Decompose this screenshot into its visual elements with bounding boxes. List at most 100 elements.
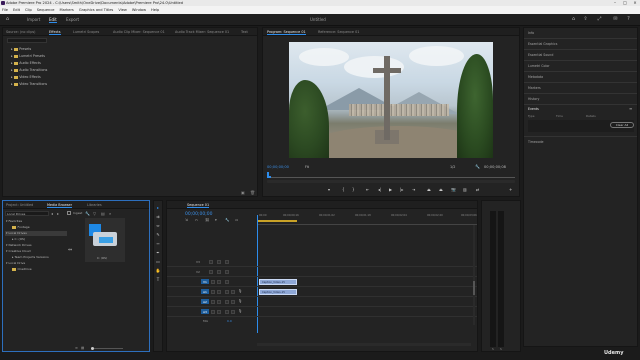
notifications-icon[interactable]: ✉ <box>612 16 619 23</box>
solo-right[interactable]: S <box>500 347 502 351</box>
home-icon[interactable]: ⌂ <box>4 16 11 23</box>
add-marker-icon[interactable]: ▾ <box>328 187 330 192</box>
clear-all-button[interactable]: Clear All <box>610 122 634 128</box>
lock-track-icon[interactable] <box>211 300 215 304</box>
program-video-frame[interactable] <box>289 42 493 158</box>
mark-out-icon[interactable]: } <box>352 187 355 192</box>
program-current-time[interactable]: 00;00;00;00 <box>267 165 289 169</box>
extract-icon[interactable]: ⏏ <box>439 187 443 192</box>
effects-item-video-effects[interactable]: ▸ Video Effects <box>11 75 41 79</box>
ingest-checkbox[interactable] <box>67 211 71 215</box>
effects-item-presets[interactable]: ▸ Presets <box>11 47 31 51</box>
tab-program-sequence[interactable]: Program: Sequence 01 <box>267 30 306 35</box>
tree-network-drives[interactable]: ▾ Network Drives <box>6 243 32 247</box>
audio-clip[interactable]: Caption_Video-15 <box>259 289 297 295</box>
tab-reference-sequence[interactable]: Reference: Sequence 01 <box>318 30 359 34</box>
mix-track[interactable]: Mix 0.0 <box>167 317 477 325</box>
tree-favorites[interactable]: ▾ Favorites <box>6 219 22 223</box>
step-forward-icon[interactable]: |▸ <box>400 187 403 192</box>
pen-tool-icon[interactable]: ✒ <box>155 250 161 256</box>
solo-left[interactable]: S <box>492 347 494 351</box>
tree-onedrive[interactable]: OneDrive <box>12 267 32 271</box>
forward-icon[interactable]: ▸ <box>57 211 59 216</box>
proxy-toggle-icon[interactable]: ⇄ <box>476 187 479 192</box>
panel-essential-sound[interactable]: Essential Sound <box>528 53 553 57</box>
captions-icon[interactable]: ▭ <box>235 218 238 222</box>
tree-team-projects[interactable]: ▸ Team Projects Versions <box>12 255 49 259</box>
new-bin-icon[interactable]: ▣ <box>241 190 245 195</box>
export-frame-icon[interactable]: 📷 <box>451 187 456 192</box>
mark-in-icon[interactable]: { <box>342 187 345 192</box>
back-icon[interactable]: ◂ <box>51 211 53 216</box>
panel-resize-handle[interactable]: ⇔ <box>68 247 72 253</box>
effects-item-lumetri-presets[interactable]: ▸ Lumetri Presets <box>11 54 45 58</box>
wrench-icon[interactable]: 🔧 <box>85 211 90 216</box>
microphone-icon[interactable]: 🎙 <box>238 309 242 313</box>
menu-edit[interactable]: Edit <box>13 6 20 14</box>
menu-window[interactable]: Window <box>132 6 146 14</box>
tab-source[interactable]: Source: (no clips) <box>6 30 35 34</box>
linked-selection-icon[interactable]: ⛓ <box>205 218 209 222</box>
toggle-output-icon[interactable] <box>225 260 229 264</box>
wrench-icon[interactable]: 🔧 <box>475 164 480 169</box>
lock-track-icon[interactable] <box>209 270 213 274</box>
tree-local-drives[interactable]: ▾ Local Drives <box>5 231 67 236</box>
ripple-edit-tool-icon[interactable]: ⇔ <box>155 223 161 229</box>
type-tool-icon[interactable]: T <box>155 277 161 283</box>
panel-metadata[interactable]: Metadata <box>528 75 543 79</box>
insert-overwrite-icon[interactable]: ⇲ <box>185 218 188 222</box>
quality-select[interactable]: 1/2 <box>450 165 455 169</box>
lock-track-icon[interactable] <box>211 280 215 284</box>
sync-lock-icon[interactable] <box>217 300 221 304</box>
menu-view[interactable]: View <box>118 6 127 14</box>
quick-export-icon[interactable]: ⇪ <box>582 16 589 23</box>
add-marker-icon[interactable]: ▾ <box>215 218 217 222</box>
mute-track-icon[interactable] <box>225 310 229 314</box>
sync-lock-icon[interactable] <box>217 290 221 294</box>
timeline-vertical-scrollbar[interactable] <box>473 225 475 325</box>
tab-edit[interactable]: Edit <box>49 17 57 23</box>
zoom-scrollbar[interactable] <box>267 180 515 183</box>
slider-thumb[interactable] <box>91 347 94 350</box>
tree-creative-cloud[interactable]: ▾ Creative Cloud <box>6 249 31 253</box>
tab-project[interactable]: Project: Untitled <box>6 203 33 207</box>
tab-audio-track-mixer[interactable]: Audio Track Mixer: Sequence 01 <box>175 30 229 34</box>
tab-media-browser[interactable]: Media Browser <box>47 203 73 208</box>
track-a2[interactable]: A2 🎙 <box>167 297 477 307</box>
fullscreen-icon[interactable]: ⤢ <box>596 16 603 23</box>
workspaces-icon[interactable]: ⌂ <box>570 16 577 23</box>
lock-track-icon[interactable] <box>211 310 215 314</box>
menu-markers[interactable]: Markers <box>60 6 74 14</box>
panel-lumetri-color[interactable]: Lumetri Color <box>528 64 550 68</box>
snap-icon[interactable]: ∩ <box>195 218 198 222</box>
fit-select[interactable]: Fit <box>305 165 309 169</box>
step-back-icon[interactable]: ◂| <box>378 187 381 192</box>
go-to-out-icon[interactable]: ⇥ <box>412 187 415 192</box>
video-clip[interactable]: Caption_Video-15 <box>259 279 297 285</box>
delete-icon[interactable]: 🗑 <box>250 190 255 195</box>
panel-essential-graphics[interactable]: Essential Graphics <box>528 42 557 46</box>
sync-lock-icon[interactable] <box>217 310 221 314</box>
menu-clip[interactable]: Clip <box>25 6 32 14</box>
tab-import[interactable]: Import <box>27 17 40 22</box>
go-to-in-icon[interactable]: ⇤ <box>366 187 369 192</box>
comparison-view-icon[interactable]: ▥ <box>463 187 467 192</box>
track-v2[interactable]: V2 <box>167 267 477 277</box>
work-area-bar[interactable] <box>257 220 297 222</box>
scrollbar-thumb[interactable] <box>473 281 475 295</box>
mix-value[interactable]: 0.0 <box>227 319 232 323</box>
search-icon[interactable]: ⌕ <box>109 211 111 216</box>
filter-icon[interactable]: ▽ <box>93 211 96 216</box>
microphone-icon[interactable]: 🎙 <box>238 289 242 293</box>
lock-track-icon[interactable] <box>209 260 213 264</box>
menu-help[interactable]: Help <box>151 6 159 14</box>
tab-audio-clip-mixer[interactable]: Audio Clip Mixer: Sequence 01 <box>113 30 165 34</box>
program-scrubber[interactable] <box>267 172 515 178</box>
drive-thumbnail[interactable]: C: (OS) <box>85 218 125 262</box>
panel-markers[interactable]: Markers <box>528 86 541 90</box>
solo-track-icon[interactable] <box>231 290 235 294</box>
solo-track-icon[interactable] <box>231 310 235 314</box>
tree-c-drive[interactable]: ▸ C: (OS) <box>12 237 25 241</box>
timeline-ruler[interactable]: 00;00 00;00;00;16 00;00;01;02 00;00;01;1… <box>257 211 477 225</box>
sync-lock-icon[interactable] <box>217 270 221 274</box>
